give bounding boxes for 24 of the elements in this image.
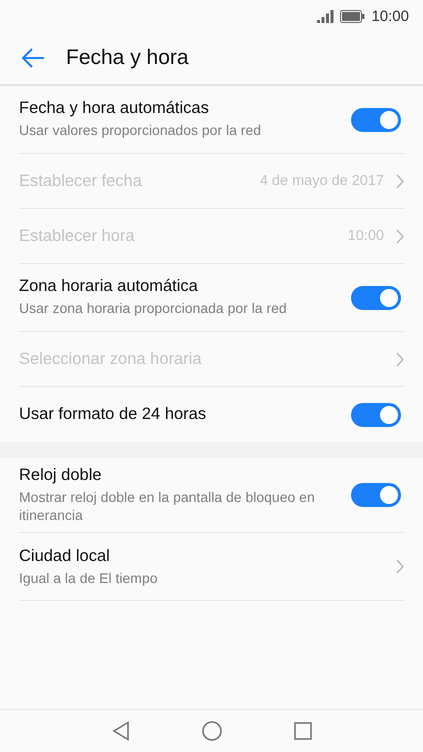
setting-title: Fecha y hora automáticas: [19, 99, 210, 118]
setting-description: Usar valores proporcionados por la red: [19, 121, 262, 140]
setting-title: Ciudad local: [19, 546, 111, 566]
toggle-switch[interactable]: [351, 483, 401, 508]
chevron-right-icon: [396, 228, 404, 244]
setting-description: Usar zona horaria proporcionada por la red: [19, 299, 288, 318]
chevron-right-icon: [396, 352, 404, 366]
toggle-switch[interactable]: [351, 402, 401, 426]
home-nav-button[interactable]: [202, 721, 222, 741]
status-time: 10:00: [371, 8, 409, 24]
signal-icon: [317, 10, 334, 22]
toggle-switch[interactable]: [351, 286, 401, 310]
chevron-right-icon: [396, 174, 404, 188]
recents-nav-button[interactable]: [294, 722, 312, 740]
setting-description: Mostrar reloj doble en la pantalla de bloqueo en itinerancia: [19, 488, 316, 524]
toggle-switch[interactable]: [351, 108, 401, 132]
back-nav-button[interactable]: [112, 721, 130, 741]
setting-title: Zona horaria automática: [19, 277, 199, 296]
battery-icon: [340, 10, 366, 22]
setting-title: Reloj doble: [19, 466, 103, 485]
setting-title: Usar formato de 24 horas: [19, 405, 208, 424]
chevron-right-icon: [396, 559, 404, 574]
setting-description: Igual a la de El tiempo: [19, 568, 159, 587]
screen-title: Fecha y hora: [66, 46, 189, 70]
